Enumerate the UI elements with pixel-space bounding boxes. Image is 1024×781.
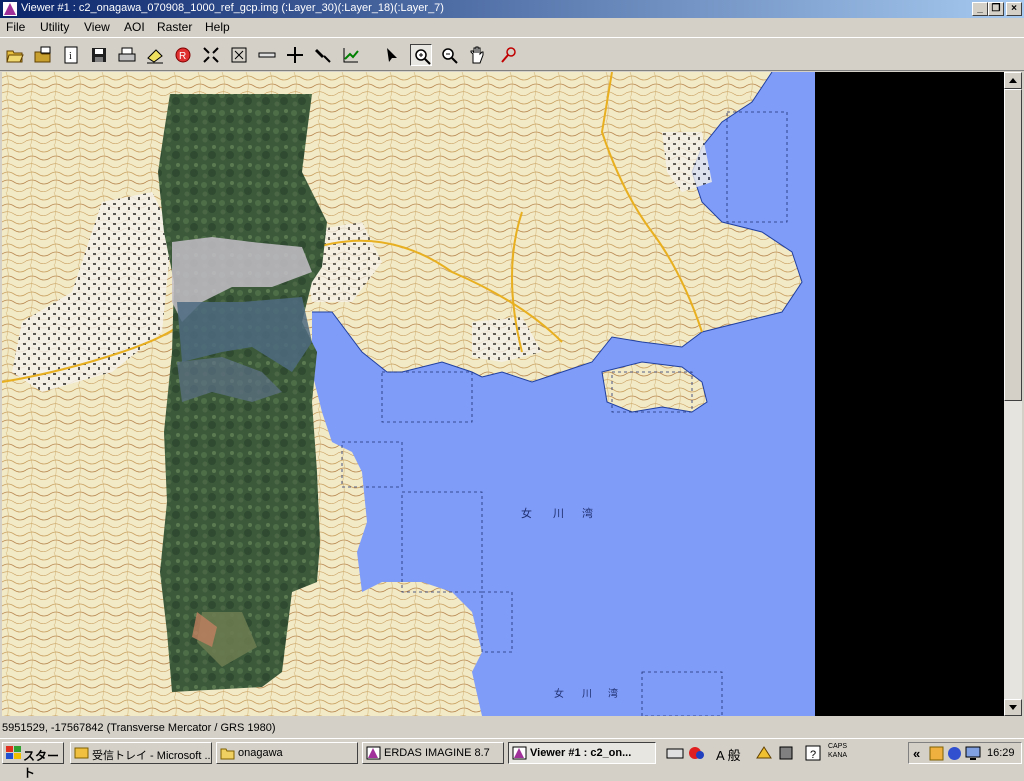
map-label-bay-3: 湾 xyxy=(582,506,593,520)
caps-indicator: CAPS xyxy=(828,743,848,750)
zoom-out-icon[interactable] xyxy=(438,44,460,66)
clock: 16:29 xyxy=(987,747,1015,759)
svg-text:?: ? xyxy=(810,749,816,761)
fit-icon[interactable] xyxy=(200,44,222,66)
network-status-icon[interactable] xyxy=(947,746,962,761)
map-label-bay-5: 川 xyxy=(582,689,592,700)
windows-logo-icon xyxy=(6,746,21,759)
start-button[interactable]: スタート xyxy=(2,742,64,780)
maximize-button[interactable]: ❐ xyxy=(988,2,1004,16)
menu-file[interactable]: File xyxy=(6,20,25,34)
window-title: Viewer #1 : c2_onagawa_070908_1000_ref_g… xyxy=(21,2,444,14)
menu-aoi[interactable]: AOI xyxy=(124,20,145,34)
task-erdas[interactable]: ERDAS IMAGINE 8.7 xyxy=(362,742,504,764)
task-outlook[interactable]: 受信トレイ - Microsoft ... xyxy=(70,742,212,764)
pan-icon[interactable] xyxy=(466,44,488,66)
task-viewer[interactable]: Viewer #1 : c2_on... xyxy=(508,742,656,764)
status-bar: 5951529, -17567842 (Transverse Mercator … xyxy=(0,719,1024,737)
ime-tools-icon[interactable] xyxy=(755,744,773,762)
eraser-icon[interactable] xyxy=(144,44,166,66)
minimize-button[interactable]: _ xyxy=(972,2,988,16)
keyboard-icon[interactable] xyxy=(666,744,684,762)
map-label-bay-6: 湾 xyxy=(608,687,618,700)
map-label-bay-1: 女 xyxy=(521,506,532,520)
info-icon[interactable]: i xyxy=(60,44,82,66)
map-viewer[interactable]: 女 川 湾 女 川 湾 xyxy=(2,72,1004,716)
crosshair-icon[interactable] xyxy=(284,44,306,66)
erdas-app-icon[interactable] xyxy=(2,1,18,17)
task-folder-onagawa[interactable]: onagawa xyxy=(216,742,358,764)
menu-utility[interactable]: Utility xyxy=(40,20,69,34)
scroll-up-button[interactable] xyxy=(1004,72,1022,89)
select-icon[interactable] xyxy=(382,44,404,66)
ime-dictionary-icon[interactable] xyxy=(777,744,795,762)
scroll-thumb[interactable] xyxy=(1004,89,1022,401)
map-label-bay-2: 川 xyxy=(553,507,564,520)
map-canvas[interactable]: 女 川 湾 女 川 湾 xyxy=(2,72,1004,716)
ime-mode[interactable]: A 般 xyxy=(716,745,741,764)
taskbar: スタート 受信トレイ - Microsoft ... onagawa ERDAS… xyxy=(0,738,1024,780)
start-label: スタート xyxy=(23,749,60,780)
svg-text:i: i xyxy=(69,51,72,62)
vertical-scrollbar[interactable] xyxy=(1004,72,1022,716)
clear-icon[interactable]: R xyxy=(172,44,194,66)
menu-help[interactable]: Help xyxy=(205,20,230,34)
save-icon[interactable] xyxy=(88,44,110,66)
ime-pad-icon[interactable] xyxy=(688,744,706,762)
inquire-icon[interactable] xyxy=(498,44,520,66)
open-layer-icon[interactable] xyxy=(32,44,54,66)
scroll-down-button[interactable] xyxy=(1004,699,1022,716)
menu-view[interactable]: View xyxy=(84,20,110,34)
zoom-in-icon[interactable] xyxy=(410,44,432,66)
print-icon[interactable] xyxy=(116,44,138,66)
kana-indicator: KANA xyxy=(828,752,848,759)
chart-icon[interactable] xyxy=(340,44,362,66)
monitor-icon[interactable] xyxy=(965,746,982,761)
map-label-bay-4: 女 xyxy=(554,687,564,700)
close-button[interactable]: × xyxy=(1006,2,1022,16)
toolbar: i R xyxy=(0,37,1024,71)
folder-icon xyxy=(220,748,235,760)
outlook-icon xyxy=(74,747,89,759)
system-tray: « 16:29 xyxy=(908,742,1022,764)
messenger-icon[interactable] xyxy=(929,746,944,761)
help-icon[interactable]: ? xyxy=(804,744,822,762)
tools-icon[interactable] xyxy=(312,44,334,66)
erdas-icon xyxy=(512,746,527,760)
measure-icon[interactable] xyxy=(256,44,278,66)
menu-bar: File Utility View AOI Raster Help xyxy=(0,18,1024,37)
coordinate-readout: 5951529, -17567842 (Transverse Mercator … xyxy=(2,722,276,734)
menu-raster[interactable]: Raster xyxy=(157,20,192,34)
open-icon[interactable] xyxy=(4,44,26,66)
zoom-fit-icon[interactable] xyxy=(228,44,250,66)
svg-text:R: R xyxy=(179,51,186,62)
title-bar[interactable]: Viewer #1 : c2_onagawa_070908_1000_ref_g… xyxy=(0,0,1024,18)
erdas-icon xyxy=(366,746,381,760)
tray-expand-button[interactable]: « xyxy=(913,746,920,761)
